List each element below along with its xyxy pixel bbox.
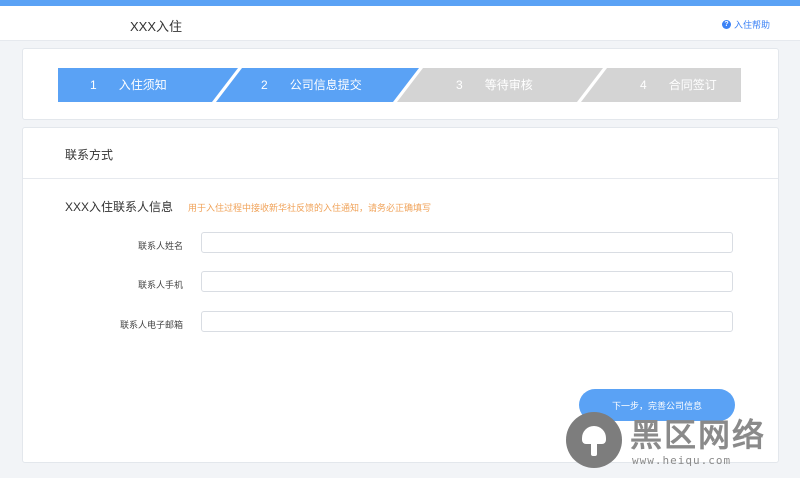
watermark-title: 黑区网络: [630, 416, 767, 454]
subsection-title: XXX入住联系人信息: [65, 200, 174, 214]
steps-card: 1 入住须知 2 公司信息提交 3 等待审核 4 合同签订: [22, 48, 779, 120]
step-3-number: 3: [456, 78, 463, 92]
step-2-number: 2: [261, 78, 268, 92]
watermark-url: www.heiqu.com: [632, 454, 732, 467]
contact-email-label: 联系人电子邮箱: [119, 320, 183, 330]
step-2: 2 公司信息提交: [261, 68, 362, 102]
watermark: 黑区网络 www.heiqu.com: [566, 410, 796, 474]
step-1: 1 入住须知: [90, 68, 167, 102]
contact-phone-input[interactable]: [201, 271, 733, 292]
progress-steps: 1 入住须知 2 公司信息提交 3 等待审核 4 合同签订: [58, 68, 741, 102]
section-divider: [23, 178, 778, 179]
brand-title: XXX入住: [130, 19, 183, 34]
step-3: 3 等待审核: [456, 68, 533, 102]
header: XXX入住 ? 入住帮助: [0, 6, 800, 41]
step-1-label: 入住须知: [118, 78, 167, 92]
section-title: 联系方式: [65, 148, 114, 162]
step-3-label: 等待审核: [484, 78, 533, 92]
contact-name-input[interactable]: [201, 232, 733, 253]
mushroom-logo-icon: [566, 412, 622, 468]
contact-email-input[interactable]: [201, 311, 733, 332]
contact-name-label: 联系人姓名: [137, 241, 183, 251]
step-4-number: 4: [640, 78, 647, 92]
help-label: 入住帮助: [733, 20, 770, 30]
step-2-label: 公司信息提交: [289, 78, 362, 92]
subsection-hint: 用于入住过程中接收新华社反馈的入住通知，请务必正确填写: [188, 203, 432, 213]
question-circle-icon: ?: [721, 20, 731, 29]
step-4: 4 合同签订: [640, 68, 717, 102]
help-link[interactable]: ? 入住帮助: [721, 18, 770, 31]
step-4-label: 合同签订: [668, 78, 717, 92]
contact-phone-label: 联系人手机: [137, 280, 183, 290]
step-1-number: 1: [90, 78, 97, 92]
